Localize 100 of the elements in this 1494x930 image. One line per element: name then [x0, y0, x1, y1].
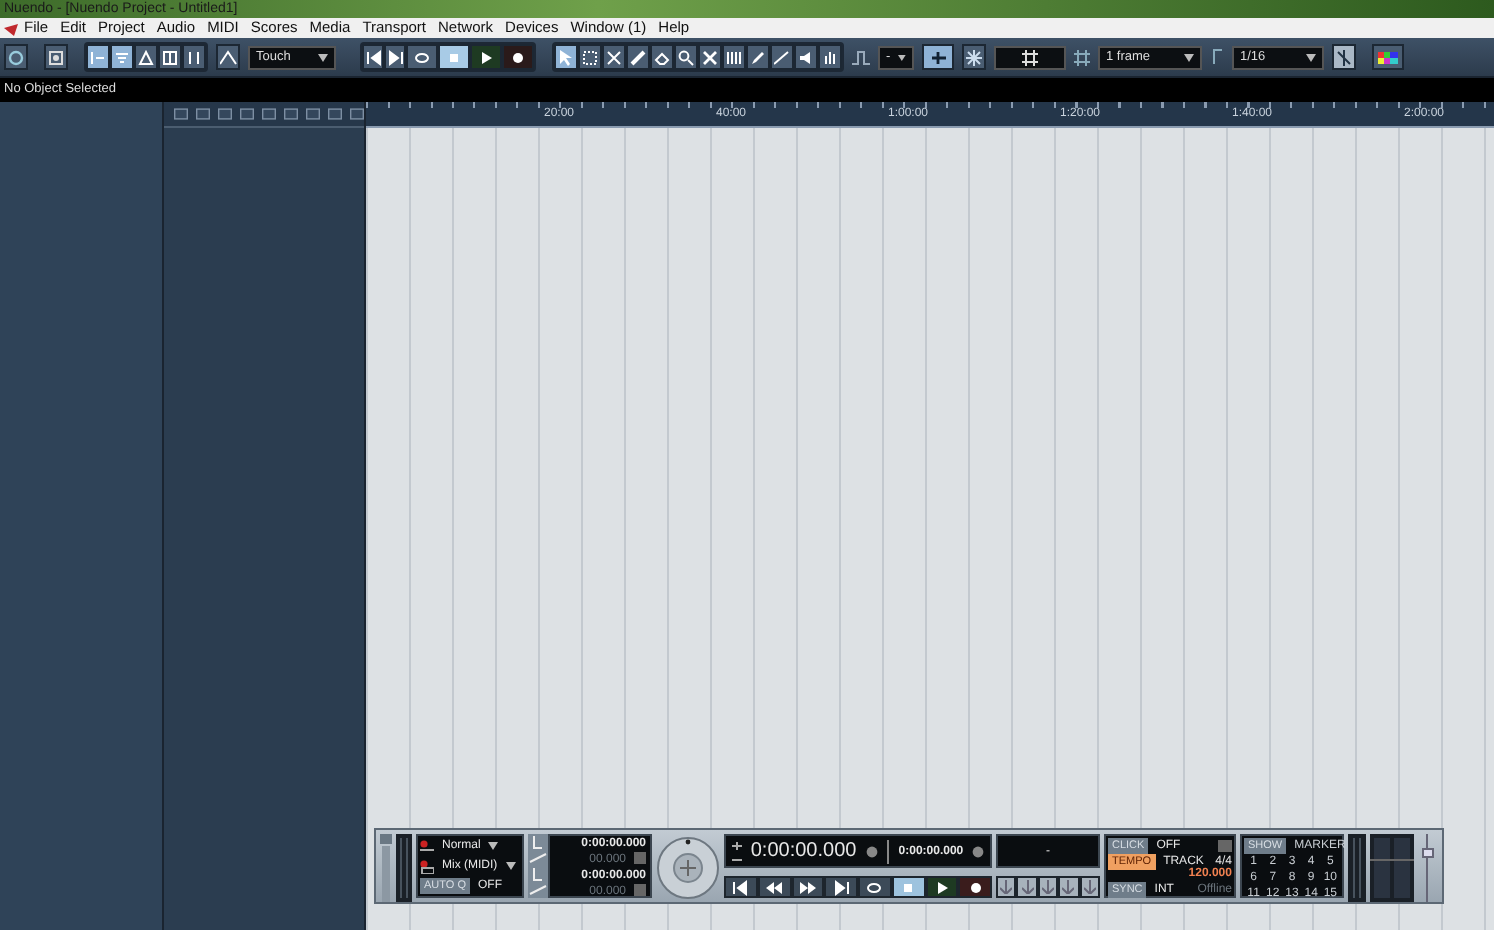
- color-button[interactable]: [1372, 44, 1404, 70]
- snap-button[interactable]: [922, 44, 954, 70]
- tool-button[interactable]: [602, 44, 626, 70]
- offset-toggle-icon[interactable]: [634, 884, 646, 896]
- nudge-button[interactable]: [1058, 876, 1080, 898]
- rewind-icon: [766, 879, 783, 895]
- snap-icon: [929, 49, 947, 65]
- palette-icon: [1378, 51, 1398, 63]
- stop-button[interactable]: [438, 44, 470, 70]
- rewind-button[interactable]: [757, 876, 791, 898]
- record-button[interactable]: [502, 44, 534, 70]
- nudge-button[interactable]: [1079, 876, 1101, 898]
- nudge-icon: [1083, 880, 1096, 894]
- curve-icon: [219, 49, 237, 65]
- step-icon: [852, 49, 870, 65]
- window-mode-button[interactable]: [134, 44, 158, 70]
- caret-icon: [1184, 53, 1194, 61]
- caret-icon: [898, 53, 906, 61]
- eraser-icon: [654, 49, 670, 65]
- automation-button[interactable]: [216, 44, 240, 70]
- level-meter: [1348, 834, 1366, 902]
- punch-icon[interactable]: [528, 882, 548, 898]
- snap-zero-button[interactable]: [1332, 44, 1356, 70]
- tool-button[interactable]: [722, 44, 746, 70]
- nudge-button[interactable]: [1016, 876, 1038, 898]
- stop-icon: [900, 879, 917, 895]
- search-icon: [678, 49, 694, 65]
- tool-button[interactable]: [770, 44, 794, 70]
- window-mode-button[interactable]: [110, 44, 134, 70]
- record-mode-icon: [420, 839, 434, 853]
- tool-button[interactable]: [578, 44, 602, 70]
- nudge-icon: [1021, 880, 1034, 894]
- grip-icon: [380, 834, 392, 902]
- scissors-icon: [606, 49, 622, 65]
- tool-button[interactable]: [650, 44, 674, 70]
- tool-button[interactable]: [674, 44, 698, 70]
- play-button[interactable]: [470, 44, 502, 70]
- clock-icon[interactable]: [865, 845, 878, 857]
- nudge-button[interactable]: [1037, 876, 1059, 898]
- skip-forward-icon: [387, 49, 403, 65]
- next-marker-button[interactable]: [384, 44, 406, 70]
- grid-icon: [1022, 49, 1038, 65]
- fast-forward-icon: [799, 879, 816, 895]
- left-locator-icon[interactable]: [528, 834, 548, 850]
- cycle-button[interactable]: [858, 876, 892, 898]
- activate-project-button[interactable]: [4, 44, 28, 70]
- window-mode-button[interactable]: [182, 44, 206, 70]
- clock-icon[interactable]: [971, 845, 984, 857]
- grid-icon: [1074, 49, 1090, 65]
- tool-button[interactable]: [746, 44, 770, 70]
- fast-forward-button[interactable]: [791, 876, 825, 898]
- snap-grid-button[interactable]: [962, 44, 986, 70]
- previous-marker-button[interactable]: [362, 44, 384, 70]
- record-icon: [510, 49, 526, 65]
- nudge-icon: [1062, 880, 1075, 894]
- nudge-button[interactable]: [996, 876, 1017, 898]
- cycle-button[interactable]: [406, 44, 438, 70]
- window-mode-button[interactable]: [158, 44, 182, 70]
- play-icon: [478, 49, 494, 65]
- level-meter: [1370, 834, 1414, 902]
- window-mode-button[interactable]: [86, 44, 110, 70]
- position-time: 0:00:00.000: [750, 838, 857, 866]
- caret-icon: [318, 53, 328, 61]
- punch-icon[interactable]: [528, 850, 548, 866]
- record-icon: [967, 879, 984, 895]
- asterisk-icon: [966, 49, 982, 65]
- tool-button[interactable]: [794, 44, 818, 70]
- skip-back-icon: [732, 879, 749, 895]
- caret-icon: [488, 842, 499, 850]
- caret-icon: [1306, 53, 1316, 61]
- level-meter: [396, 834, 412, 902]
- offset-toggle-icon[interactable]: [634, 852, 646, 864]
- skip-back-icon: [365, 49, 381, 65]
- go-to-start-button[interactable]: [724, 876, 758, 898]
- arrow-icon: [558, 49, 574, 65]
- tool-button[interactable]: [818, 44, 842, 70]
- tool-button[interactable]: [626, 44, 650, 70]
- constrain-delay-button[interactable]: [44, 44, 68, 70]
- stop-icon: [446, 49, 462, 65]
- go-to-end-button[interactable]: [824, 876, 858, 898]
- pencil-icon: [750, 49, 766, 65]
- grid-type-dropdown[interactable]: [994, 45, 1066, 69]
- tool-button[interactable]: [698, 44, 722, 70]
- caret-icon: [505, 862, 516, 870]
- skip-forward-icon: [833, 879, 850, 895]
- bracket-icon: [48, 49, 64, 65]
- tool-button[interactable]: [554, 44, 578, 70]
- right-locator-icon[interactable]: [528, 866, 548, 882]
- nudge-icon: [1000, 880, 1013, 894]
- play-button[interactable]: [925, 876, 959, 898]
- line-icon: [774, 49, 790, 65]
- power-icon: [8, 49, 24, 65]
- cross-icon: [702, 49, 718, 65]
- loop-icon: [414, 49, 430, 65]
- slash-icon: [1336, 49, 1352, 65]
- plus-minus-icon: [732, 839, 742, 863]
- stop-button[interactable]: [891, 876, 925, 898]
- volume-slider-thumb[interactable]: [1422, 848, 1434, 859]
- record-button[interactable]: [958, 876, 992, 898]
- dotted-box-icon: [582, 49, 598, 65]
